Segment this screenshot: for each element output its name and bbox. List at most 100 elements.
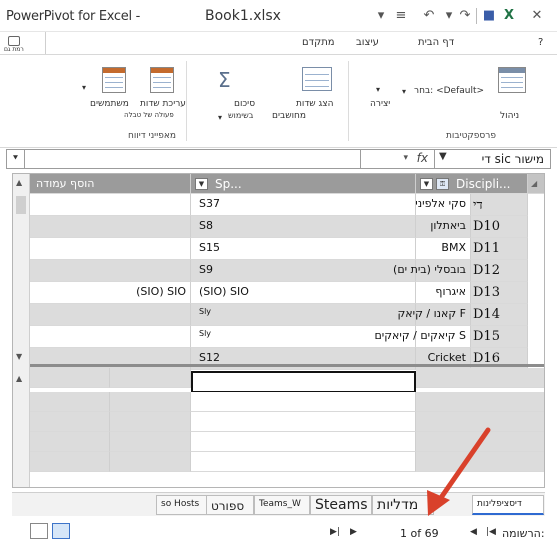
- scroll-down-icon[interactable]: ▼: [16, 352, 22, 361]
- empty-cell[interactable]: [110, 432, 191, 452]
- cell-sport[interactable]: Sly: [191, 304, 416, 326]
- excel-icon[interactable]: X: [500, 8, 518, 24]
- name-box-dropdown-icon[interactable]: ▼: [439, 151, 447, 162]
- close-icon[interactable]: ✕: [528, 8, 546, 24]
- row-code-strip[interactable]: די: [471, 194, 528, 216]
- grid-splitter[interactable]: [30, 364, 544, 367]
- empty-cell[interactable]: [30, 412, 110, 432]
- next-record-icon[interactable]: ▶: [350, 527, 357, 537]
- empty-cell[interactable]: [191, 452, 416, 472]
- empty-cell[interactable]: [416, 392, 544, 412]
- row-code-strip[interactable]: D12: [471, 260, 528, 282]
- scroll-up-icon-lower[interactable]: ▲: [16, 374, 22, 383]
- undo-icon[interactable]: ↶: [420, 8, 438, 24]
- empty-cell[interactable]: [30, 452, 110, 472]
- last-record-icon[interactable]: ▶|: [330, 527, 340, 537]
- select-dropdown-icon[interactable]: ▾: [402, 87, 406, 96]
- vertical-scrollbar[interactable]: ▲ ▼ ▲: [13, 174, 30, 487]
- row-code-strip[interactable]: D10: [471, 216, 528, 238]
- row-code-strip[interactable]: D14: [471, 304, 528, 326]
- column-header-sport[interactable]: ▼ Sp...: [191, 174, 416, 194]
- empty-cell[interactable]: [110, 452, 191, 472]
- perspectives-icon[interactable]: [498, 67, 526, 93]
- empty-cell[interactable]: [191, 412, 416, 432]
- cell-discipline[interactable]: איגרוף: [416, 282, 471, 304]
- empty-cell[interactable]: [416, 368, 544, 388]
- selected-cell[interactable]: [191, 371, 416, 393]
- empty-cell[interactable]: [416, 452, 544, 472]
- cell-sport[interactable]: S15: [191, 238, 416, 260]
- column-header-discipline[interactable]: ▼ ⚿ Discipli...: [416, 174, 528, 194]
- show-calculated-fields-icon[interactable]: [302, 67, 332, 91]
- cell-sport[interactable]: S8: [191, 216, 416, 238]
- cell-sport[interactable]: (SIO) SIO: [191, 282, 416, 304]
- cell-discipline[interactable]: סקי אלפיני: [415, 194, 471, 216]
- ribbon-show-fields[interactable]: הצג שדות: [296, 99, 333, 109]
- empty-cell[interactable]: [416, 432, 544, 452]
- cell-discipline[interactable]: BMX: [416, 238, 471, 260]
- cell-discipline[interactable]: בובסלי (בית ים): [393, 260, 471, 282]
- column-header-add[interactable]: הוסף עמודה: [30, 174, 191, 194]
- cell-sport[interactable]: S9: [191, 260, 416, 282]
- select-all-corner[interactable]: ◢: [528, 174, 544, 194]
- cell-extra[interactable]: [30, 260, 191, 282]
- empty-cell[interactable]: [416, 412, 544, 432]
- save-icon[interactable]: ■: [480, 8, 498, 24]
- sheet-tab-sport[interactable]: ספורט: [206, 495, 254, 515]
- filter-dropdown-icon[interactable]: ▼: [420, 178, 433, 190]
- tab-advanced[interactable]: מתקדם: [302, 37, 335, 48]
- summarize-dropdown-icon[interactable]: ▾: [218, 113, 222, 122]
- ribbon-select-default[interactable]: בחר: <Default>: [414, 86, 484, 96]
- sheet-tab-teams-w[interactable]: Teams_W: [254, 495, 310, 515]
- name-box[interactable]: ▼ די sic מישור: [434, 150, 550, 168]
- row-code-strip[interactable]: D15: [471, 326, 528, 348]
- grid-view-icon[interactable]: [52, 523, 70, 539]
- summarize-sigma-icon[interactable]: Σ: [218, 69, 238, 91]
- empty-cell[interactable]: [191, 432, 416, 452]
- tab-home[interactable]: דף הבית: [418, 37, 454, 48]
- cell-extra[interactable]: (SIO) SIO: [30, 282, 191, 304]
- create-dropdown-icon[interactable]: ▾: [376, 85, 380, 94]
- quick-access-icon[interactable]: ≡: [392, 8, 410, 24]
- row-code-strip[interactable]: D11: [471, 238, 528, 260]
- ribbon-create[interactable]: יצירה: [370, 99, 390, 109]
- cell-extra[interactable]: [30, 194, 191, 216]
- edit-fields-icon[interactable]: [150, 67, 174, 93]
- sheet-tab-steams[interactable]: Steams: [310, 495, 372, 515]
- tab-home-file[interactable]: רמת גם: [0, 32, 46, 54]
- empty-cell[interactable]: [110, 368, 191, 388]
- scroll-up-icon[interactable]: ▲: [16, 178, 22, 187]
- ribbon-sorting[interactable]: ניהול: [500, 111, 519, 121]
- redo-icon[interactable]: ↷: [456, 8, 474, 24]
- cell-discipline[interactable]: ביאתלון: [416, 216, 471, 238]
- empty-cell[interactable]: [191, 392, 416, 412]
- fx-box[interactable]: fx ▾: [360, 150, 432, 168]
- empty-cell[interactable]: [30, 392, 110, 412]
- diagram-view-icon[interactable]: [30, 523, 48, 539]
- cell-extra[interactable]: [30, 238, 191, 260]
- first-record-icon[interactable]: |◀: [486, 527, 496, 537]
- filter-dropdown-icon[interactable]: ▼: [195, 178, 208, 190]
- empty-cell[interactable]: [110, 392, 191, 412]
- empty-cell[interactable]: [30, 432, 110, 452]
- cell-extra[interactable]: [30, 326, 191, 348]
- table-properties-icon[interactable]: [102, 67, 126, 93]
- cell-discipline[interactable]: קאנו / קיאק F: [397, 304, 471, 326]
- previous-record-icon[interactable]: ◀: [470, 527, 477, 537]
- customize-icon[interactable]: ▾: [372, 8, 390, 24]
- ribbon-calc[interactable]: פעולה של טבלה: [124, 111, 174, 119]
- help-icon[interactable]: ?: [538, 37, 543, 48]
- cell-extra[interactable]: [30, 216, 191, 238]
- scroll-thumb[interactable]: [16, 196, 26, 214]
- cell-discipline[interactable]: קיאקים / קיאקים S: [374, 326, 471, 348]
- formula-expand-icon[interactable]: ⯆: [7, 150, 25, 168]
- cell-sport[interactable]: S37: [191, 194, 416, 216]
- tab-design[interactable]: עיצוב: [356, 37, 379, 48]
- empty-cell[interactable]: [30, 368, 110, 388]
- row-code-strip[interactable]: D13: [471, 282, 528, 304]
- ribbon-sort[interactable]: משתמשים: [90, 99, 129, 109]
- empty-cell[interactable]: [110, 412, 191, 432]
- sheet-tab-disciplines[interactable]: דיסציפלינות: [472, 495, 544, 515]
- ribbon-format[interactable]: עריכת שדות: [140, 99, 186, 109]
- ribbon-summarize[interactable]: סיכום: [234, 99, 255, 109]
